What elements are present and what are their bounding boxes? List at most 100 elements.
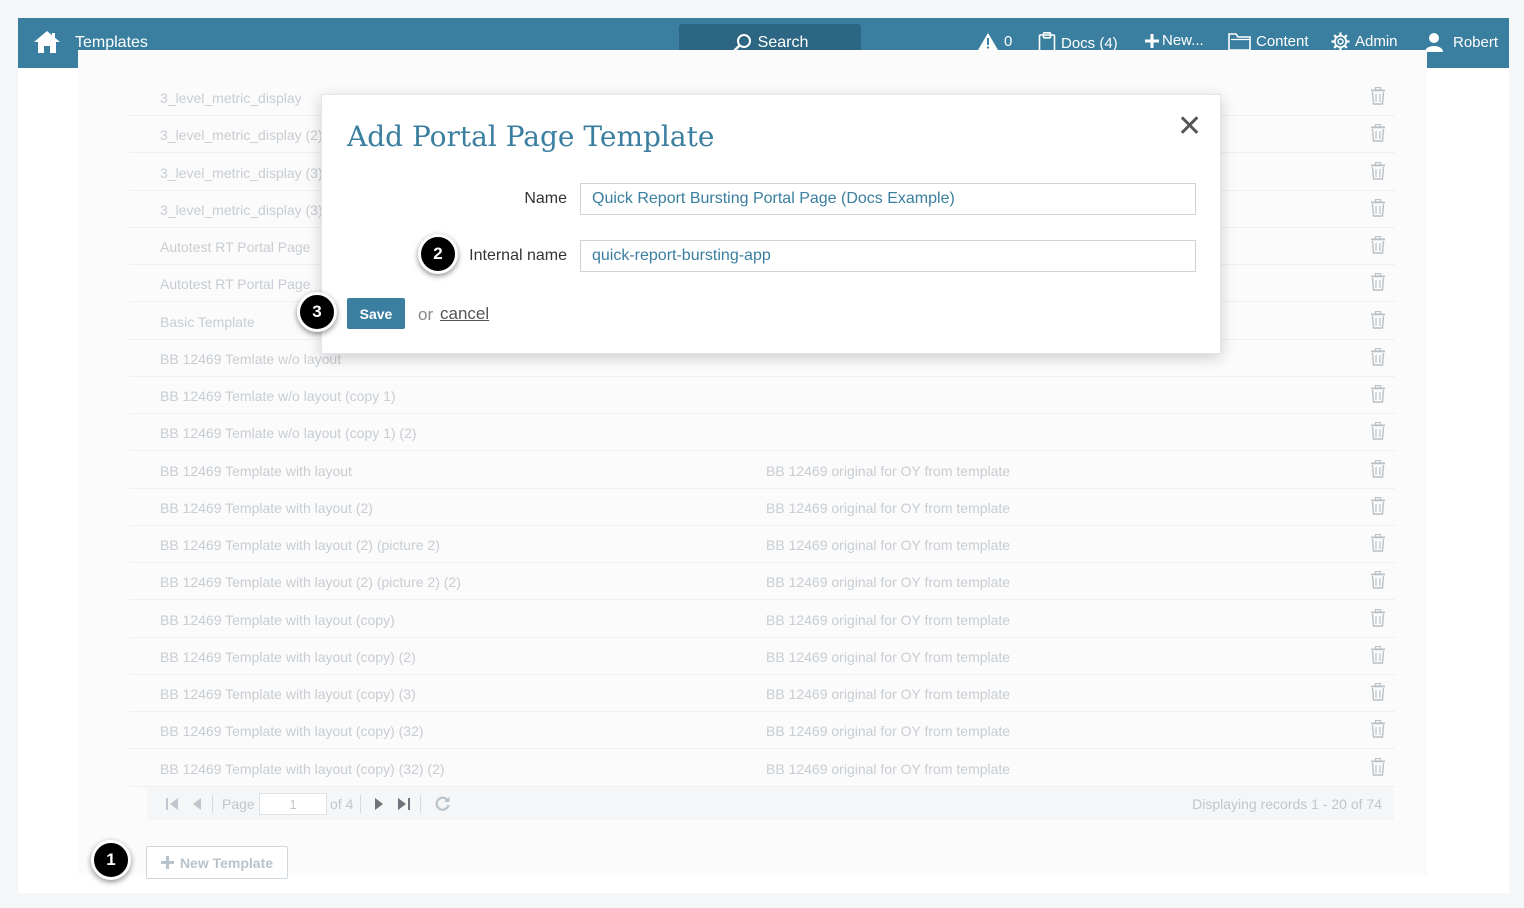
template-name-cell[interactable]: BB 12469 Template with layout (copy) [160,612,395,628]
table-row[interactable]: BB 12469 Template with layout (copy) (32… [129,750,1395,787]
table-row[interactable]: BB 12469 Temlate w/o layout (copy 1) [129,377,1395,414]
template-name-cell[interactable]: 3_level_metric_display (2) [160,127,323,143]
template-description-cell: BB 12469 original for OY from template [766,612,1011,628]
admin-button[interactable]: Admin [1331,32,1398,51]
trash-icon[interactable] [1370,198,1386,217]
template-description-cell: BB 12469 original for OY from template [766,537,1011,553]
step-callout-1: 1 [91,840,131,880]
template-name-cell[interactable]: BB 12469 Temlate w/o layout [160,351,341,367]
admin-label: Admin [1355,33,1398,50]
trash-icon[interactable] [1370,310,1386,329]
save-button[interactable]: Save [347,298,405,329]
content-label: Content [1256,33,1309,50]
template-name-cell[interactable]: BB 12469 Template with layout (copy) (32… [160,723,424,739]
step-callout-2: 2 [418,234,458,274]
page-number-input[interactable] [259,793,327,815]
template-name-cell[interactable]: 3_level_metric_display (3) [160,202,323,218]
trash-icon[interactable] [1370,533,1386,552]
trash-icon[interactable] [1370,86,1386,105]
home-icon[interactable] [32,29,62,55]
table-row[interactable]: BB 12469 Template with layout (2) (pictu… [129,563,1395,600]
template-name-cell[interactable]: BB 12469 Template with layout (copy) (2) [160,649,416,665]
trash-icon[interactable] [1370,161,1386,180]
template-name-cell[interactable]: BB 12469 Template with layout (copy) (32… [160,761,445,777]
page-count-label: of 4 [330,796,354,812]
template-description-cell: BB 12469 original for OY from template [766,723,1011,739]
template-name-cell[interactable]: BB 12469 Template with layout (2) (pictu… [160,574,461,590]
trash-icon[interactable] [1370,272,1386,291]
warning-icon [978,33,998,50]
plus-icon [1145,33,1159,48]
trash-icon[interactable] [1370,421,1386,440]
template-name-cell[interactable]: BB 12469 Temlate w/o layout (copy 1) (2) [160,425,417,441]
step-callout-3: 3 [297,292,337,332]
template-description-cell: BB 12469 original for OY from template [766,463,1011,479]
template-description-cell: BB 12469 original for OY from template [766,500,1011,516]
records-count: Displaying records 1 - 20 of 74 [1192,796,1382,812]
name-field[interactable] [580,183,1196,215]
table-row[interactable]: BB 12469 Template with layout (copy) (2)… [129,638,1395,675]
table-row[interactable]: BB 12469 Template with layout (2) BB 1246… [129,489,1395,526]
new-template-button[interactable]: New Template [146,846,288,879]
pager-separator [420,795,421,813]
prev-page-icon[interactable] [191,797,203,811]
template-description-cell: BB 12469 original for OY from template [766,761,1011,777]
next-page-icon[interactable] [373,797,385,811]
internal-name-field[interactable] [580,240,1196,272]
template-name-cell[interactable]: BB 12469 Temlate w/o layout (copy 1) [160,388,396,404]
trash-icon[interactable] [1370,570,1386,589]
trash-icon[interactable] [1370,719,1386,738]
pager-separator [360,795,361,813]
close-icon[interactable]: ✕ [1177,112,1202,142]
template-name-cell[interactable]: BB 12469 Template with layout (2) (pictu… [160,537,440,553]
template-name-cell[interactable]: 3_level_metric_display (3) [160,165,323,181]
user-menu-button[interactable]: Robert [1424,32,1498,52]
trash-icon[interactable] [1370,608,1386,627]
template-name-cell[interactable]: Basic Template [160,314,255,330]
user-icon [1425,33,1443,52]
template-description-cell: BB 12469 original for OY from template [766,649,1011,665]
last-page-icon[interactable] [397,797,411,811]
plus-icon [160,856,174,869]
template-name-cell[interactable]: Autotest RT Portal Page [160,239,310,255]
trash-icon[interactable] [1370,459,1386,478]
template-name-cell[interactable]: BB 12469 Template with layout (2) [160,500,373,516]
table-row[interactable]: BB 12469 Temlate w/o layout (copy 1) (2) [129,414,1395,451]
alerts-count: 0 [1004,33,1013,50]
template-description-cell: BB 12469 original for OY from template [766,686,1011,702]
folder-icon [1228,33,1251,51]
template-name-cell[interactable]: BB 12469 Template with layout (copy) (3) [160,686,416,702]
trash-icon[interactable] [1370,496,1386,515]
template-name-cell[interactable]: 3_level_metric_display [160,90,302,106]
alerts-button[interactable]: 0 [977,32,1012,51]
name-field-label: Name [524,190,567,207]
table-row[interactable]: BB 12469 Template with layout (2) (pictu… [129,526,1395,563]
new-button[interactable]: New... [1145,32,1204,49]
trash-icon[interactable] [1370,645,1386,664]
table-row[interactable]: BB 12469 Template with layout (copy) (32… [129,712,1395,749]
first-page-icon[interactable] [165,797,179,811]
template-description-cell: BB 12469 original for OY from template [766,574,1011,590]
new-template-label: New Template [179,854,274,871]
add-template-dialog: Add Portal Page Template ✕ Name Internal… [321,94,1221,354]
template-name-cell[interactable]: Autotest RT Portal Page [160,276,310,292]
trash-icon[interactable] [1370,235,1386,254]
pager-separator [212,795,213,813]
cancel-link[interactable]: cancel [440,304,489,324]
trash-icon[interactable] [1370,757,1386,776]
grid-pager: Page of 4 Displaying records 1 - 20 of 7… [147,786,1394,820]
table-row[interactable]: BB 12469 Template with layout (copy) (3)… [129,675,1395,712]
table-row[interactable]: BB 12469 Template with layout BB 12469 or… [129,452,1395,489]
trash-icon[interactable] [1370,384,1386,403]
new-label: New... [1162,32,1204,49]
content-button[interactable]: Content [1228,32,1309,51]
docs-label: Docs (4) [1061,34,1118,52]
gear-icon [1331,32,1350,51]
trash-icon[interactable] [1370,347,1386,366]
or-text: or [418,305,434,324]
trash-icon[interactable] [1370,123,1386,142]
table-row[interactable]: BB 12469 Template with layout (copy) BB 1… [129,601,1395,638]
refresh-icon[interactable] [434,795,451,812]
trash-icon[interactable] [1370,682,1386,701]
template-name-cell[interactable]: BB 12469 Template with layout [160,463,352,479]
